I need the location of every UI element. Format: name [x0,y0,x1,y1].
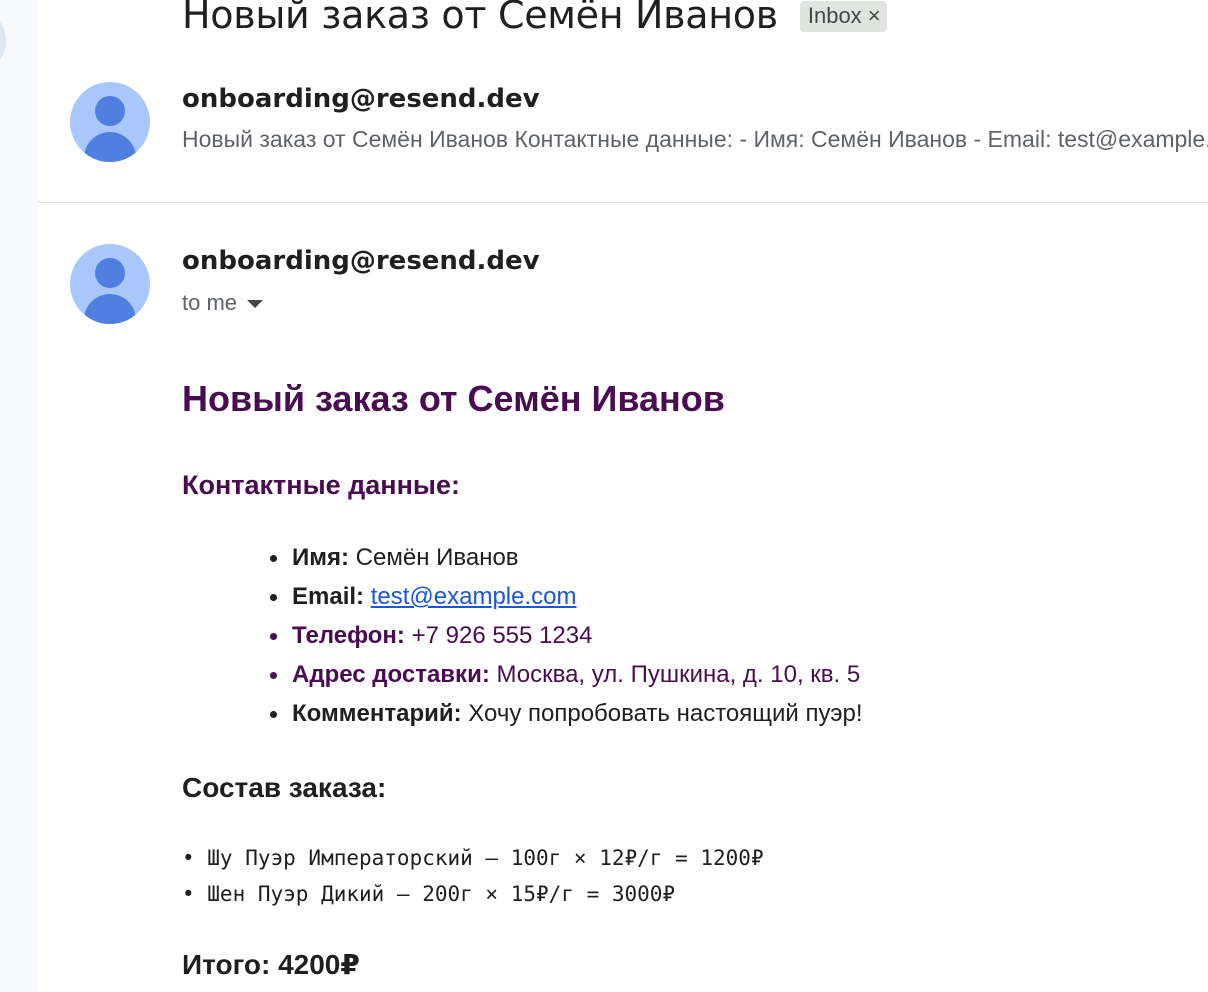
sender-avatar-icon [70,82,150,162]
contact-label: Адрес доставки: [292,661,490,688]
email-body-title: Новый заказ от Семён Иванов [182,378,725,419]
message-snippet[interactable]: Новый заказ от Семён Иванов Контактные д… [182,126,1208,153]
email-subject: Новый заказ от Семён Иванов [182,0,778,37]
contact-label: Комментарий: [292,700,462,727]
contact-item-phone: Телефон: +7 926 555 1234 [270,619,863,658]
email-link[interactable]: test@example.com [371,583,577,610]
avatar-head [95,258,125,288]
rail-button[interactable] [0,16,6,66]
collapsed-sender[interactable]: onboarding@resend.dev [182,84,540,114]
sender-avatar-icon [70,244,150,324]
caret-down-icon[interactable] [247,300,264,308]
contact-item-address: Адрес доставки: Москва, ул. Пушкина, д. … [270,658,863,697]
recipient-details[interactable]: to me [182,290,264,316]
contacts-heading: Контактные данные: [182,470,460,500]
inbox-label-text: Inbox [807,2,862,28]
order-line: • Шу Пуэр Императорский — 100г × 12₽/г =… [182,846,764,870]
order-total: Итого: 4200₽ [182,949,360,980]
expanded-sender[interactable]: onboarding@resend.dev [182,246,540,276]
order-heading: Состав заказа: [182,772,387,803]
order-line: • Шен Пуэр Дикий — 200г × 15₽/г = 3000₽ [182,882,676,906]
contact-item-name: Имя: Семён Иванов [270,541,863,580]
contact-value: Семён Иванов [355,544,519,571]
avatar-head [95,96,125,126]
subject-row: Новый заказ от Семён Иванов Inbox × [182,0,887,40]
left-rail [0,0,38,992]
contact-value: Хочу попробовать настоящий пуэр! [468,700,863,727]
contact-value: Москва, ул. Пушкина, д. 10, кв. 5 [496,661,861,688]
contact-value: +7 926 555 1234 [411,622,593,649]
recipient-label: to me [182,290,238,315]
order-lines: • Шу Пуэр Императорский — 100г × 12₽/г =… [182,843,764,915]
contact-item-email: Email: test@example.com [270,580,863,619]
close-icon[interactable]: × [868,4,881,27]
contact-label: Телефон: [292,622,405,649]
avatar-body [84,132,136,162]
message-divider [38,202,1208,203]
contact-list: Имя: Семён Иванов Email: test@example.co… [270,541,863,736]
inbox-label-chip[interactable]: Inbox × [799,0,887,32]
contact-label: Имя: [292,544,349,571]
contact-item-comment: Комментарий: Хочу попробовать настоящий … [270,697,863,736]
avatar-body [84,294,136,324]
contact-label: Email: [292,583,365,610]
